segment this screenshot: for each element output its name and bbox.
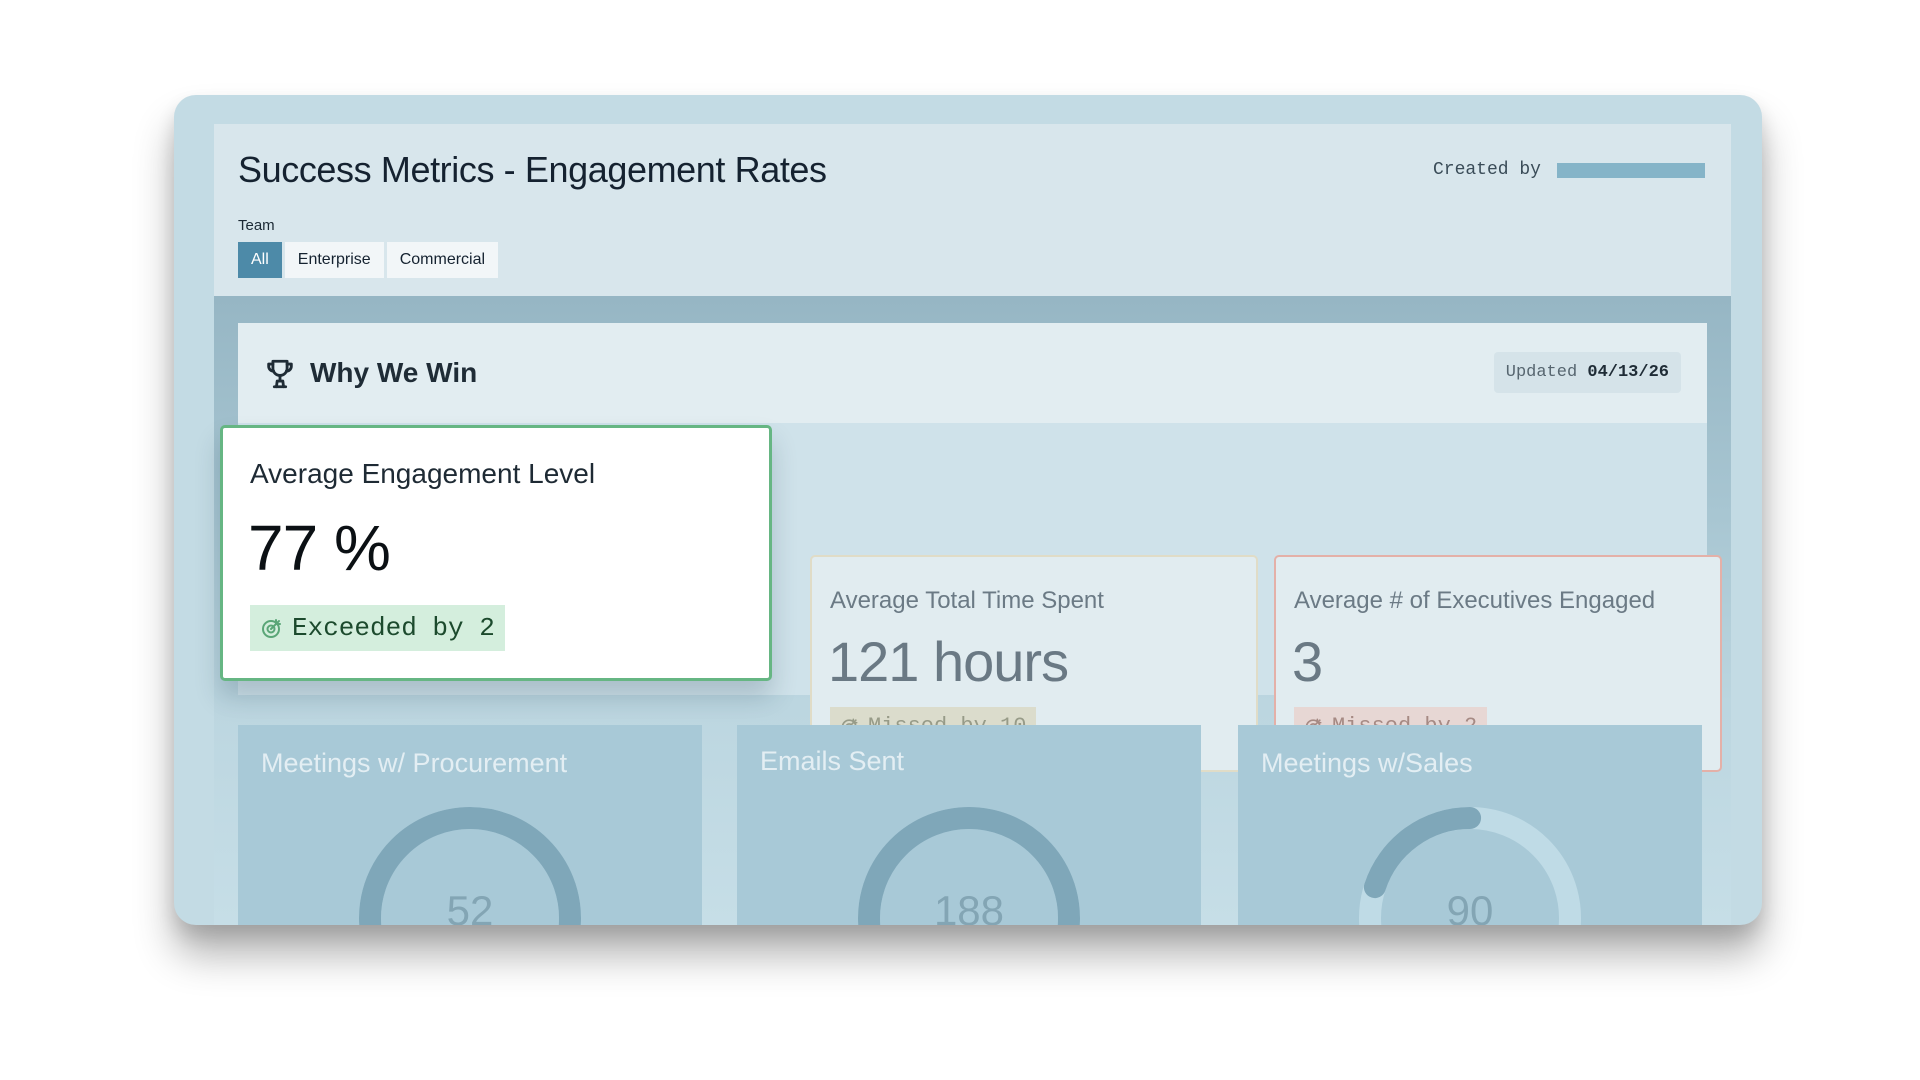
page-title: Success Metrics - Engagement Rates — [238, 149, 827, 190]
updated-date: 04/13/26 — [1587, 363, 1669, 382]
dashboard-header: Success Metrics - Engagement Rates Creat… — [214, 124, 1731, 296]
tab-commercial[interactable]: Commercial — [386, 242, 499, 278]
team-filter-label: Team — [238, 217, 275, 234]
updated-label: Updated — [1505, 363, 1578, 382]
metric-value: 121 hours — [828, 630, 1069, 693]
updated-badge: Updated 04/13/26 — [1493, 352, 1681, 393]
team-filter-tabs: All Enterprise Commercial — [238, 242, 499, 278]
gauge-card-sales[interactable]: Meetings w/Sales 90 — [1238, 725, 1702, 925]
gauge-card-procurement[interactable]: Meetings w/ Procurement 52 — [238, 725, 702, 925]
metric-label: Average # of Executives Engaged — [1294, 587, 1656, 614]
gauge-value: 90 — [1446, 887, 1494, 925]
created-by-label: Created by — [1432, 160, 1541, 180]
gauge-value: 188 — [933, 887, 1005, 925]
created-by: Created by — [1433, 160, 1705, 180]
panel-title: Why We Win — [310, 357, 478, 388]
target-icon — [262, 619, 281, 638]
gauge-value: 52 — [446, 887, 494, 925]
trophy-icon — [267, 359, 293, 389]
panel-header: Why We Win Updated 04/13/26 — [238, 323, 1707, 423]
app-window: Success Metrics - Engagement Rates Creat… — [174, 95, 1762, 925]
gauge-card-emails[interactable]: Emails Sent 188 — [737, 725, 1201, 925]
metric-label: Average Total Time Spent — [830, 587, 1104, 614]
status-badge-exceeded: Exceeded by 2 — [250, 605, 505, 651]
metric-value: 3 — [1292, 630, 1323, 693]
metric-label: Average Engagement Level — [250, 458, 596, 489]
metric-value: 77 % — [248, 512, 391, 584]
tab-enterprise[interactable]: Enterprise — [284, 242, 384, 278]
status-text: Exceeded by 2 — [292, 613, 495, 643]
metric-card-engagement-level[interactable]: Average Engagement Level 77 % Exceeded b… — [220, 425, 772, 681]
created-by-name-redacted — [1557, 162, 1705, 178]
tab-all[interactable]: All — [238, 242, 282, 278]
